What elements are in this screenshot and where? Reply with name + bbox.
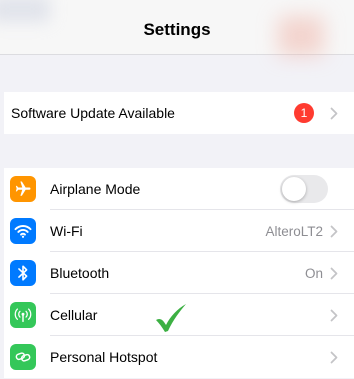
blurred-background	[0, 0, 50, 22]
chevron-right-icon	[330, 252, 338, 294]
wifi-row[interactable]: Wi-Fi AlteroLT2	[4, 210, 354, 252]
update-badge: 1	[294, 103, 314, 123]
chevron-right-icon	[330, 92, 338, 134]
connectivity-group: Airplane Mode Wi-Fi AlteroLT2 Bluetooth …	[4, 168, 354, 378]
settings-screen: Settings Software Update Available 1 Air…	[0, 0, 354, 379]
chevron-right-icon	[330, 336, 338, 378]
toggle-knob	[282, 177, 306, 201]
bluetooth-label: Bluetooth	[50, 265, 110, 281]
cellular-label: Cellular	[50, 307, 98, 323]
navigation-bar: Settings	[0, 0, 354, 56]
chevron-right-icon	[330, 294, 338, 336]
software-update-row[interactable]: Software Update Available 1	[4, 92, 354, 134]
software-update-label: Software Update Available	[11, 105, 175, 121]
bluetooth-status-value: On	[304, 265, 323, 281]
software-update-group: Software Update Available 1	[4, 92, 354, 134]
wifi-icon	[10, 218, 36, 244]
bluetooth-icon	[10, 260, 36, 286]
personal-hotspot-label: Personal Hotspot	[50, 349, 158, 365]
personal-hotspot-row[interactable]: Personal Hotspot	[4, 336, 354, 378]
antenna-icon	[10, 302, 36, 328]
wifi-label: Wi-Fi	[50, 223, 83, 239]
wifi-network-value: AlteroLT2	[265, 223, 323, 239]
green-checkmark-icon	[156, 304, 186, 332]
link-icon	[10, 344, 36, 370]
airplane-mode-toggle[interactable]	[280, 175, 328, 203]
airplane-icon	[10, 176, 36, 202]
airplane-mode-row: Airplane Mode	[4, 168, 354, 210]
chevron-right-icon	[330, 210, 338, 252]
bluetooth-row[interactable]: Bluetooth On	[4, 252, 354, 294]
page-title: Settings	[143, 20, 211, 39]
airplane-mode-label: Airplane Mode	[50, 181, 141, 197]
